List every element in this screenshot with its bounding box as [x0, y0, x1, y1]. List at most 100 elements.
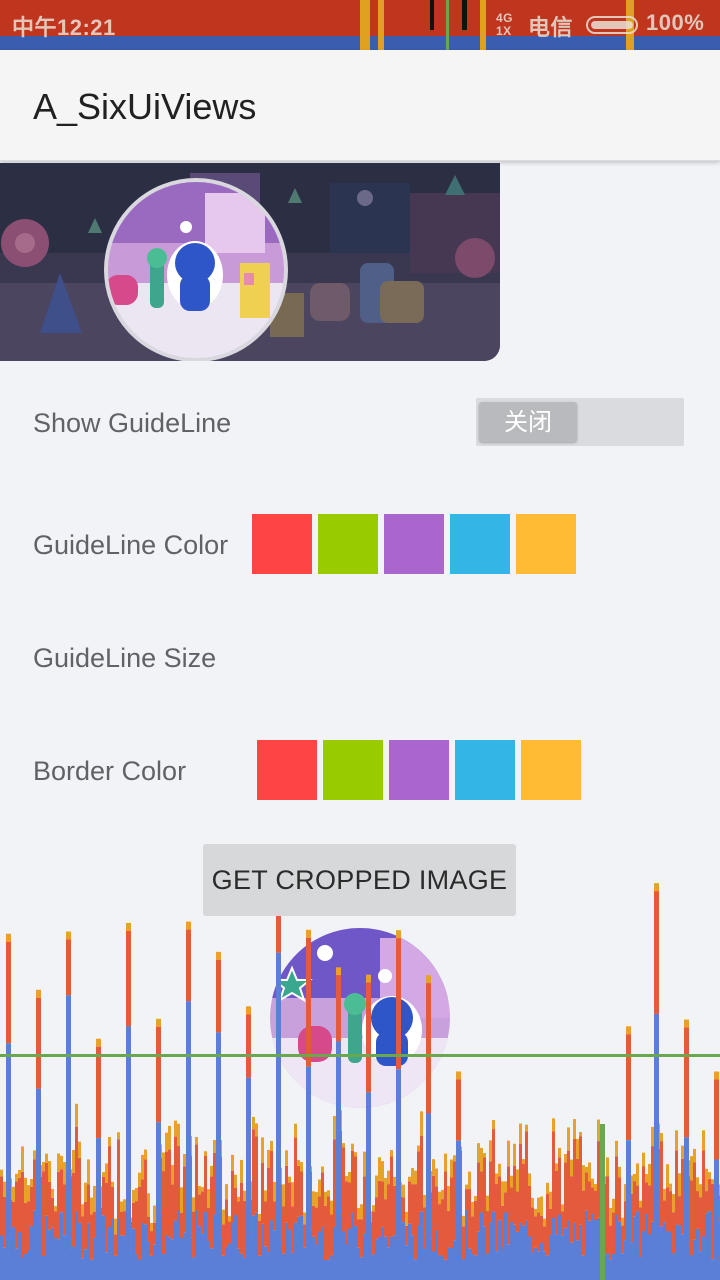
profiler-bar-segment — [342, 1147, 345, 1232]
profiler-bar-segment — [156, 1238, 159, 1280]
profiler-bar-segment — [513, 1165, 516, 1225]
profiler-bar-segment — [714, 1171, 717, 1197]
profiler-bar-segment — [204, 1156, 207, 1213]
profiler-bar-segment — [51, 1188, 54, 1198]
profiler-bar-segment — [387, 1184, 390, 1248]
profiler-bar-segment — [39, 1165, 42, 1177]
profiler-bar-segment — [0, 1235, 3, 1280]
guideline-color-swatch-green[interactable] — [318, 514, 378, 574]
status-noise — [378, 0, 384, 50]
profiler-bar-segment — [318, 1196, 321, 1232]
profiler-bar-segment — [153, 1222, 156, 1245]
profiler-bar-segment — [621, 1225, 624, 1254]
profiler-bar-segment — [306, 1242, 309, 1280]
profiler-bar-segment — [321, 1226, 324, 1280]
profiler-bar-segment — [294, 1137, 297, 1223]
profiler-bar-segment — [582, 1190, 585, 1256]
profiler-bar-segment — [81, 1204, 84, 1217]
profiler-bar-segment — [30, 1186, 33, 1227]
guideline-color-swatch-purple[interactable] — [384, 514, 444, 574]
profiler-spike-segment — [186, 929, 191, 1002]
profiler-bar-segment — [330, 1200, 333, 1215]
profiler-spike-segment — [216, 1032, 221, 1280]
profiler-bar-segment — [147, 1193, 150, 1217]
profiler-bar-segment — [297, 1216, 300, 1280]
profiler-spike-segment — [186, 1001, 191, 1280]
guideline-color-swatch-blue[interactable] — [450, 514, 510, 574]
profiler-bar-segment — [300, 1171, 303, 1216]
profiler-bar-segment — [426, 1146, 429, 1215]
profiler-bar-segment — [579, 1136, 582, 1225]
profiler-bar-segment — [390, 1150, 393, 1157]
guideline-color-swatch-red[interactable] — [252, 514, 312, 574]
profiler-bar-segment — [186, 1147, 189, 1223]
profiler-bar-segment — [237, 1201, 240, 1249]
profiler-spike-segment — [216, 959, 221, 1033]
profiler-bar-segment — [429, 1192, 432, 1240]
profiler-bar-segment — [180, 1212, 183, 1238]
profiler-bar-segment — [225, 1199, 228, 1248]
profiler-bar-segment — [33, 1150, 36, 1160]
profiler-bar-segment — [183, 1153, 186, 1167]
border-color-swatch-purple[interactable] — [389, 740, 449, 800]
profiler-bar-segment — [60, 1212, 63, 1280]
profiler-bar-segment — [144, 1224, 147, 1280]
profiler-bar-segment — [474, 1196, 477, 1201]
profiler-bar-segment — [555, 1170, 558, 1235]
profiler-bar-segment — [6, 1256, 9, 1280]
profiler-bar-segment — [591, 1214, 594, 1280]
source-image-preview[interactable] — [0, 163, 500, 361]
profiler-bar-segment — [318, 1179, 321, 1197]
profiler-bar-segment — [240, 1159, 243, 1183]
profiler-bar-segment — [36, 1232, 39, 1280]
profiler-bar-segment — [636, 1211, 639, 1280]
profiler-bar-segment — [72, 1149, 75, 1173]
border-color-swatch-blue[interactable] — [455, 740, 515, 800]
profiler-bar-segment — [225, 1184, 228, 1200]
profiler-bar-segment — [498, 1176, 501, 1221]
profiler-bar-segment — [516, 1231, 519, 1280]
profiler-bar-segment — [54, 1237, 57, 1280]
guideline-color-swatch-orange[interactable] — [516, 514, 576, 574]
profiler-bar-segment — [444, 1171, 447, 1260]
profiler-bar-segment — [474, 1255, 477, 1280]
profiler-bar-segment — [468, 1189, 471, 1249]
profiler-bar-segment — [255, 1212, 258, 1280]
profiler-bar-segment — [705, 1168, 708, 1192]
profiler-bar-segment — [240, 1253, 243, 1280]
profiler-bar-segment — [516, 1191, 519, 1232]
profiler-bar-segment — [42, 1171, 45, 1257]
profiler-bar-segment — [603, 1176, 606, 1184]
profiler-bar-segment — [114, 1255, 117, 1280]
profiler-bar-segment — [216, 1174, 219, 1187]
profiler-bar-segment — [288, 1229, 291, 1280]
profiler-bar-segment — [492, 1129, 495, 1212]
profiler-bar-segment — [501, 1181, 504, 1206]
profiler-spike-segment — [96, 1046, 101, 1139]
profiler-bar-segment — [321, 1166, 324, 1173]
border-color-swatch-green[interactable] — [323, 740, 383, 800]
profiler-bar-segment — [540, 1215, 543, 1244]
profiler-bar-segment — [501, 1247, 504, 1280]
profiler-bar-segment — [510, 1221, 513, 1280]
profiler-bar-segment — [324, 1191, 327, 1206]
profiler-bar-segment — [633, 1216, 636, 1280]
profiler-bar-segment — [564, 1154, 567, 1163]
profiler-bar-segment — [609, 1259, 612, 1280]
profiler-bar-segment — [540, 1243, 543, 1280]
profiler-bar-segment — [108, 1137, 111, 1147]
get-cropped-image-button[interactable]: GET CROPPED IMAGE — [203, 844, 516, 916]
profiler-bar-segment — [186, 1132, 189, 1148]
profiler-bar-segment — [648, 1163, 651, 1186]
profiler-bar-segment — [699, 1184, 702, 1198]
profiler-bar-segment — [69, 1248, 72, 1280]
show-guideline-switch[interactable]: 关闭 — [476, 398, 684, 446]
profiler-bar-segment — [411, 1235, 414, 1280]
profiler-bar-segment — [381, 1226, 384, 1280]
profiler-bar-segment — [579, 1132, 582, 1137]
profiler-bar-segment — [450, 1247, 453, 1280]
border-color-swatch-red[interactable] — [257, 740, 317, 800]
border-color-swatch-orange[interactable] — [521, 740, 581, 800]
profiler-bar-segment — [339, 1110, 342, 1131]
profiler-bar-segment — [702, 1150, 705, 1237]
